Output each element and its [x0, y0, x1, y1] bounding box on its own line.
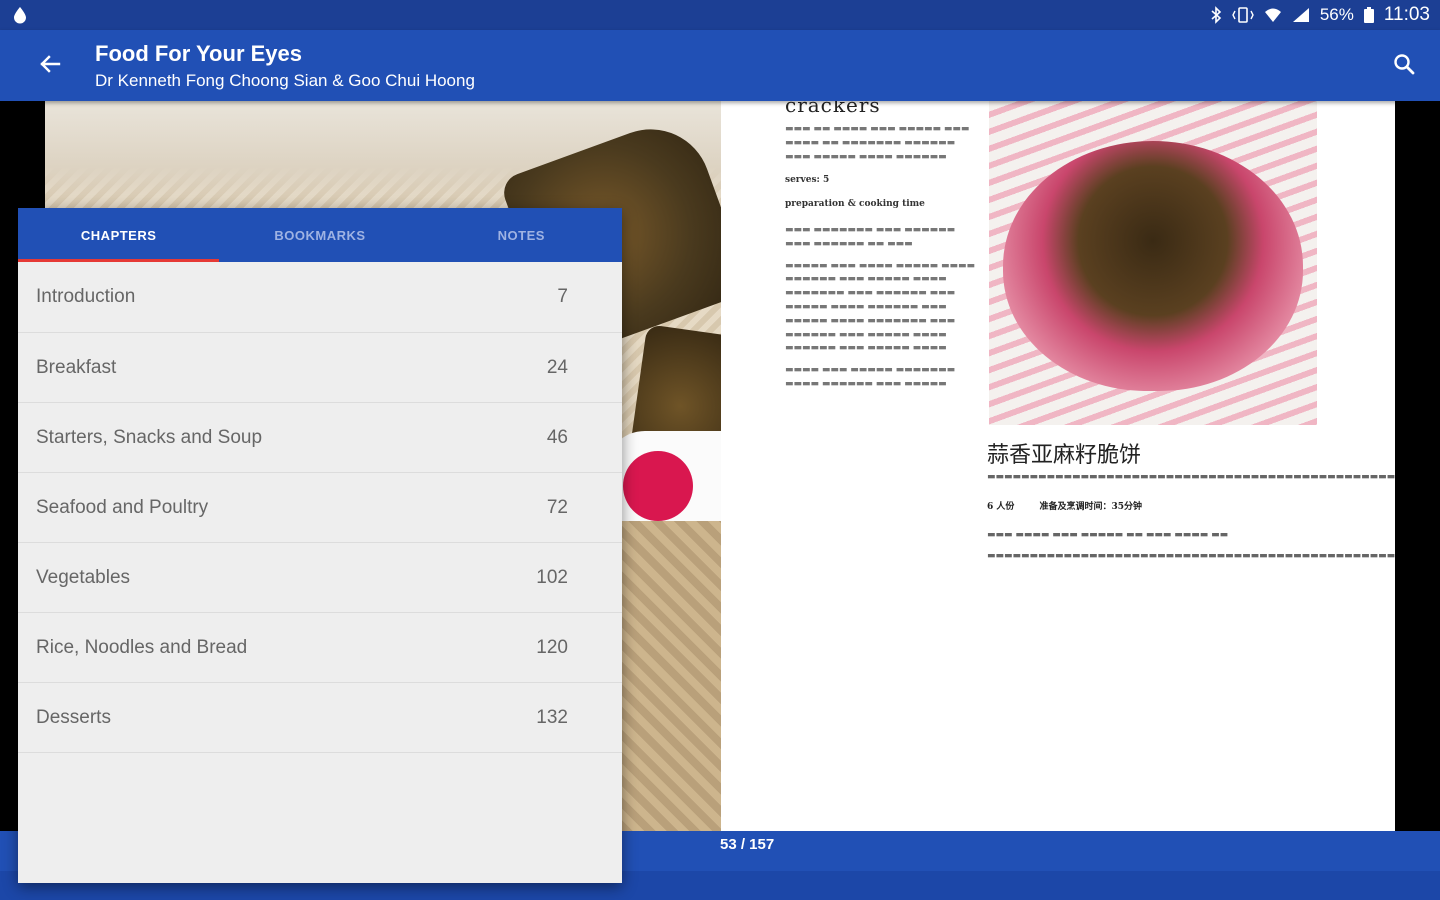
chapter-page-number: 102 — [536, 566, 568, 588]
book-authors: Dr Kenneth Fong Choong Sian & Goo Chui H… — [95, 71, 475, 90]
bowl-shape — [1003, 141, 1303, 391]
chapter-page-number: 132 — [536, 706, 568, 728]
battery-icon — [1363, 7, 1374, 23]
serves-label: serves: 5 — [785, 175, 830, 186]
notification-drop-icon — [12, 6, 28, 24]
chapter-item-vegetables[interactable]: Vegetables 102 — [18, 543, 622, 613]
chapter-item-seafood-poultry[interactable]: Seafood and Poultry 72 — [18, 473, 622, 543]
tab-chapters[interactable]: CHAPTERS — [18, 208, 219, 262]
app-bar: Food For Your Eyes Dr Kenneth Fong Choon… — [0, 30, 1440, 101]
chinese-time-label: 准备及烹调时间：35分钟 — [1039, 501, 1143, 512]
chapter-page-number: 72 — [546, 496, 568, 518]
recipe-text-chinese: ▬▬▬▬▬▬▬▬▬▬▬▬▬▬▬▬▬▬▬▬▬▬▬▬▬▬▬▬▬▬▬▬▬▬▬▬▬▬▬▬… — [987, 471, 1395, 572]
chapter-title: Seafood and Poultry — [36, 496, 209, 518]
book-title: Food For Your Eyes — [95, 41, 302, 66]
chinese-ingredients-text: ▬▬▬ ▬▬▬▬ ▬▬▬ ▬▬▬▬▬ ▬▬ ▬▬▬ ▬▬▬▬ ▬▬ — [987, 529, 1229, 540]
signal-icon — [1292, 7, 1310, 23]
search-icon — [1393, 53, 1415, 80]
chapter-page-number: 7 — [557, 286, 568, 307]
chapter-page-number: 24 — [546, 356, 568, 378]
back-button[interactable] — [28, 46, 72, 86]
table-of-contents-panel: CHAPTERS BOOKMARKS NOTES Introduction 7 … — [18, 208, 622, 883]
flower-photo — [623, 451, 693, 521]
tab-notes[interactable]: NOTES — [421, 208, 622, 262]
wifi-icon — [1264, 7, 1282, 23]
tab-bookmarks[interactable]: BOOKMARKS — [219, 208, 420, 262]
recipe-heading-chinese: 蒜香亚麻籽脆饼 — [987, 443, 1142, 468]
chinese-method-text: ▬▬▬▬▬▬▬▬▬▬▬▬▬▬▬▬▬▬▬▬▬▬▬▬▬▬▬▬▬▬▬▬▬▬▬▬▬▬▬▬… — [987, 551, 1395, 562]
chinese-serves-label: 6 人份 — [987, 501, 1015, 512]
chapter-item-desserts[interactable]: Desserts 132 — [18, 683, 622, 753]
chapter-title: Introduction — [36, 286, 136, 307]
serving-suggestion-text: ▬▬▬▬ ▬▬▬ ▬▬▬▬▬ ▬▬▬▬▬▬▬ ▬▬▬▬ ▬▬▬▬▬▬ ▬▬▬ ▬… — [785, 365, 956, 389]
book-page-right[interactable]: crackers ▬▬▬ ▬▬ ▬▬▬▬ ▬▬▬ ▬▬▬▬▬ ▬▬▬ ▬▬▬▬ … — [721, 101, 1395, 831]
chapter-item-rice-noodles-bread[interactable]: Rice, Noodles and Bread 120 — [18, 613, 622, 683]
chapter-item-introduction[interactable]: Introduction 7 — [18, 262, 622, 333]
method-text: ▬▬▬▬▬ ▬▬▬ ▬▬▬▬ ▬▬▬▬▬ ▬▬▬▬ ▬▬▬▬▬▬ ▬▬▬ ▬▬▬… — [785, 260, 976, 354]
chapter-title: Starters, Snacks and Soup — [36, 426, 263, 448]
recipe-text-english: ▬▬▬ ▬▬ ▬▬▬▬ ▬▬▬ ▬▬▬▬▬ ▬▬▬ ▬▬▬▬ ▬▬ ▬▬▬▬▬▬… — [785, 123, 975, 400]
arrow-left-icon — [39, 53, 61, 80]
chapter-title: Breakfast — [36, 356, 117, 378]
chapter-item-starters-snacks-soup[interactable]: Starters, Snacks and Soup 46 — [18, 403, 622, 473]
ingredients-text: ▬▬▬ ▬▬▬▬▬▬▬ ▬▬▬ ▬▬▬▬▬▬ ▬▬▬ ▬▬▬▬▬▬ ▬▬ ▬▬▬ — [785, 224, 956, 249]
chapter-item-breakfast[interactable]: Breakfast 24 — [18, 333, 622, 403]
active-tab-indicator — [18, 259, 219, 262]
chapter-page-number: 120 — [536, 636, 568, 658]
page-indicator: 53 / 157 — [720, 836, 775, 853]
battery-percentage: 56% — [1319, 5, 1354, 24]
vibrate-icon — [1232, 7, 1254, 23]
chapter-title: Desserts — [36, 706, 111, 728]
recipe-heading: crackers — [785, 101, 881, 117]
crackers-bowl-photo — [989, 101, 1317, 425]
search-button[interactable] — [1384, 48, 1424, 84]
prep-time-label: preparation & cooking time — [785, 199, 925, 210]
clock: 11:03 — [1383, 4, 1430, 25]
recipe-intro-text: ▬▬▬ ▬▬ ▬▬▬▬ ▬▬▬ ▬▬▬▬▬ ▬▬▬ ▬▬▬▬ ▬▬ ▬▬▬▬▬▬… — [785, 124, 970, 162]
bluetooth-icon — [1210, 6, 1222, 24]
toc-tabs: CHAPTERS BOOKMARKS NOTES — [18, 208, 622, 262]
chapter-page-number: 46 — [546, 426, 568, 448]
chapter-title: Rice, Noodles and Bread — [36, 636, 248, 658]
chinese-intro-text: ▬▬▬▬▬▬▬▬▬▬▬▬▬▬▬▬▬▬▬▬▬▬▬▬▬▬▬▬▬▬▬▬▬▬▬▬▬▬▬▬… — [987, 472, 1395, 482]
chapter-title: Vegetables — [36, 566, 131, 588]
status-bar: 56% 11:03 — [0, 0, 1440, 30]
chapter-list: Introduction 7 Breakfast 24 Starters, Sn… — [18, 262, 622, 753]
